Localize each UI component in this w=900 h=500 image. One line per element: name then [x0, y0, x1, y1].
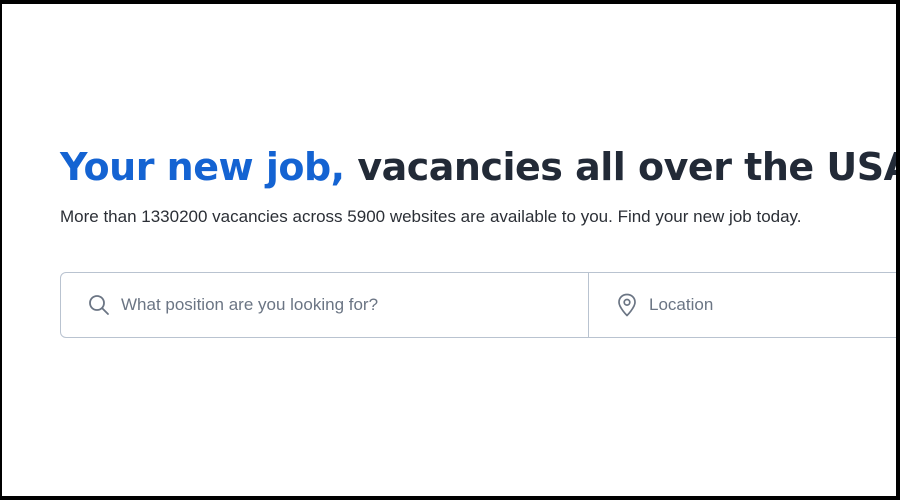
location-field[interactable] [589, 273, 896, 337]
job-search-bar [60, 272, 896, 338]
location-pin-icon [615, 293, 639, 317]
position-field[interactable] [61, 273, 589, 337]
position-input[interactable] [121, 290, 501, 320]
page: Your new job, vacancies all over the USA… [2, 4, 896, 496]
page-title-rest: vacancies all over the USA [344, 145, 896, 189]
search-icon [87, 293, 111, 317]
page-title: Your new job, vacancies all over the USA [60, 143, 896, 191]
page-title-accent: Your new job, [60, 145, 345, 189]
location-input[interactable] [649, 290, 896, 320]
page-subtitle: More than 1330200 vacancies across 5900 … [60, 207, 802, 226]
